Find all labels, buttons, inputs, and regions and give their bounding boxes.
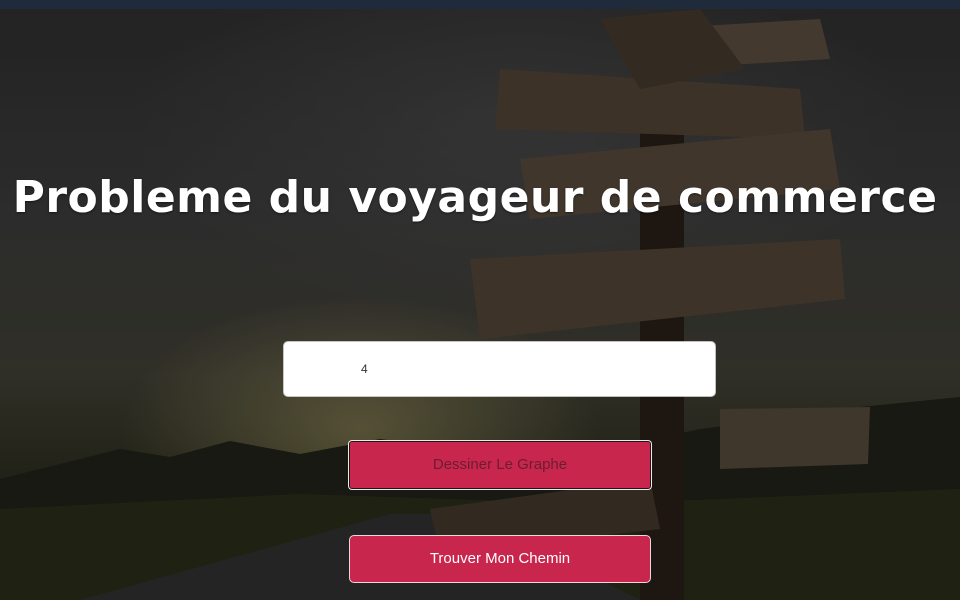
app-screen: Probleme du voyageur de commerce Dessine… (0, 0, 960, 600)
top-strip (0, 0, 960, 9)
node-count-field (284, 342, 715, 396)
draw-graph-button[interactable]: Dessiner Le Graphe (349, 441, 651, 489)
find-path-button[interactable]: Trouver Mon Chemin (349, 535, 651, 583)
dark-overlay (0, 9, 960, 600)
node-count-input[interactable] (284, 342, 715, 396)
page-title: Probleme du voyageur de commerce (12, 172, 938, 223)
